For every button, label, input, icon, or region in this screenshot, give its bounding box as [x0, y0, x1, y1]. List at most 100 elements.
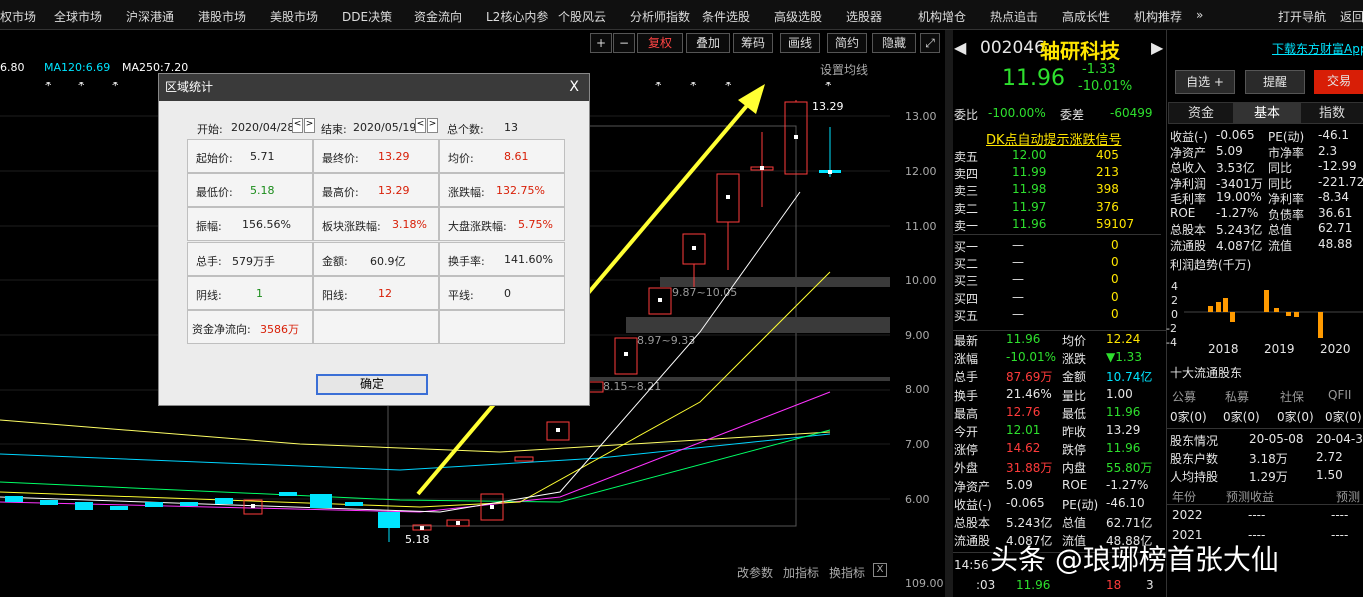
fund-label: 净利润 — [1170, 176, 1207, 191]
stat-cell: 资金净流向: 3586万 — [187, 310, 313, 344]
diejia-button[interactable]: 叠加 — [686, 33, 730, 53]
add-indicator-button[interactable]: 加指标 — [783, 564, 819, 581]
quote-label: 总值 — [1062, 516, 1087, 530]
order-price: — — [1012, 306, 1024, 321]
svg-text:*: * — [725, 82, 732, 94]
nav-item[interactable]: 机构增仓 — [918, 8, 966, 25]
ma-setting-link[interactable]: 设置均线 — [820, 61, 868, 78]
ok-button[interactable]: 确定 — [316, 374, 428, 395]
tab-zhishu[interactable]: 指数 — [1300, 102, 1363, 124]
panel-splitter[interactable] — [945, 30, 953, 597]
close-indicator-icon[interactable]: X — [873, 563, 887, 577]
quote-label: 总手 — [954, 370, 979, 385]
chouma-button[interactable]: 筹码 — [733, 33, 773, 53]
order-row[interactable]: 卖四 11.99 213 — [946, 165, 1161, 182]
nav-item[interactable]: 高成长性 — [1062, 8, 1110, 25]
nav-item[interactable]: 打开导航 — [1278, 8, 1326, 25]
order-label: 卖五 — [954, 150, 979, 164]
order-volume: 0 — [1111, 238, 1119, 252]
nav-item[interactable]: 返回 — [1340, 8, 1363, 25]
jianyue-button[interactable]: 简约 — [827, 33, 867, 53]
fund-value: -46.1 — [1318, 128, 1350, 142]
switch-indicator-button[interactable]: 换指标 — [829, 564, 865, 581]
order-label: 买二 — [954, 257, 979, 272]
prev-stock-icon[interactable]: ◀ — [954, 38, 966, 57]
end-prev-button[interactable]: < — [415, 118, 426, 133]
order-row[interactable]: 买五 — 0 — [946, 307, 1161, 324]
trade-button[interactable]: 交易 — [1314, 70, 1363, 94]
start-prev-button[interactable]: < — [292, 118, 303, 133]
order-price: 11.99 — [1012, 165, 1047, 180]
order-row[interactable]: 买三 — 0 — [946, 272, 1161, 289]
nav-item[interactable]: DDE决策 — [342, 8, 392, 25]
next-stock-icon[interactable]: ▶ — [1151, 38, 1163, 57]
start-next-button[interactable]: > — [304, 118, 315, 133]
quote-value: 13.29 — [1106, 423, 1141, 437]
tab-zijin[interactable]: 资金 — [1168, 102, 1234, 124]
huaxian-button[interactable]: 画线 — [780, 33, 820, 53]
nav-item[interactable]: 机构推荐 — [1134, 8, 1182, 25]
order-row[interactable]: 卖三 11.98 398 — [946, 182, 1161, 199]
top-nav-bar: 权市场 全球市场 沪深港通 港股市场 美股市场 DDE决策 资金流向 L2核心内… — [0, 0, 1363, 30]
quote-value: 10.74亿 — [1106, 370, 1153, 385]
nav-item[interactable]: 沪深港通 — [126, 8, 174, 25]
add-watchlist-button[interactable]: 自选 + — [1175, 70, 1235, 94]
fuquan-button[interactable]: 复权 — [637, 33, 683, 53]
svg-text:*: * — [655, 82, 662, 94]
quote-label: 收益(-) — [954, 497, 992, 512]
nav-item[interactable]: 热点追击 — [990, 8, 1038, 25]
nav-more-icon[interactable]: » — [1196, 8, 1203, 22]
stat-cell: 总手: 579万手 — [187, 242, 313, 276]
nav-item[interactable]: 资金流向 — [414, 8, 462, 25]
fund-label: ROE — [1170, 205, 1196, 220]
quote-label: 流通股 — [954, 534, 991, 549]
holder-value: 2.72 — [1316, 450, 1343, 464]
fund-label: 流值 — [1268, 238, 1293, 253]
nav-item[interactable]: 权市场 — [0, 8, 36, 25]
nav-item[interactable]: 选股器 — [846, 8, 882, 25]
nav-item[interactable]: 美股市场 — [270, 8, 318, 25]
fund-value: 3.53亿 — [1216, 161, 1255, 175]
stat-cell: 涨跌幅: 132.75% — [439, 173, 565, 207]
stat-cell: 均价: 8.61 — [439, 139, 565, 173]
fund-value: 2.3 — [1318, 143, 1338, 158]
stat-cell: 平线: 0 — [439, 276, 565, 310]
watermark: 头条 @琅琊榜首张大仙 — [990, 543, 1279, 576]
stat-cell: 大盘涨跌幅: 5.75% — [439, 207, 565, 241]
nav-item[interactable]: 高级选股 — [774, 8, 822, 25]
tab-jiben[interactable]: 基本 — [1234, 102, 1300, 124]
close-icon[interactable]: X — [569, 79, 579, 95]
order-row[interactable]: 买二 — 0 — [946, 255, 1161, 272]
fund-label: 同比 — [1268, 176, 1293, 191]
alert-button[interactable]: 提醒 — [1245, 70, 1305, 94]
fund-value: 62.71 — [1318, 221, 1353, 235]
change-params-button[interactable]: 改参数 — [737, 564, 773, 581]
nav-item[interactable]: 全球市场 — [54, 8, 102, 25]
zoom-out-button[interactable]: − — [613, 33, 635, 53]
order-row[interactable]: 卖二 11.97 376 — [946, 200, 1161, 217]
nav-item[interactable]: L2核心内参 — [486, 8, 548, 25]
last-price: 11.96 — [1002, 66, 1065, 91]
yincang-button[interactable]: 隐藏 — [872, 33, 916, 53]
holder-value: 1.29万 — [1249, 470, 1288, 484]
nav-item[interactable]: 条件选股 — [702, 8, 750, 25]
fullscreen-icon[interactable]: ⤢ — [920, 33, 940, 53]
order-row[interactable]: 卖五 12.00 405 — [946, 148, 1161, 165]
order-row[interactable]: 卖一 11.96 59107 — [946, 217, 1161, 234]
nav-item[interactable]: 港股市场 — [198, 8, 246, 25]
fund-value: -221.72 — [1318, 174, 1363, 189]
order-volume: 405 — [1096, 148, 1119, 162]
order-row[interactable]: 买四 — 0 — [946, 290, 1161, 307]
order-price: — — [1012, 289, 1024, 304]
nav-item[interactable]: 分析师指数 — [630, 8, 690, 25]
quote-value: 12.01 — [1006, 423, 1041, 437]
download-app-link[interactable]: 下载东方财富App — [1272, 40, 1363, 57]
end-next-button[interactable]: > — [427, 118, 438, 133]
zoom-in-button[interactable]: + — [590, 33, 612, 53]
holder-value: 1.50 — [1316, 468, 1343, 482]
signal-link[interactable]: DK点自动提示涨跌信号 — [986, 129, 1122, 148]
order-row[interactable]: 买一 — 0 — [946, 238, 1161, 255]
nav-item[interactable]: 个股风云 — [558, 8, 606, 25]
order-price: 11.97 — [1012, 199, 1047, 214]
quote-panel: ◀ 002046 轴研科技 ▶ 下载东方财富App 11.96 -1.33 -1… — [945, 30, 1363, 597]
